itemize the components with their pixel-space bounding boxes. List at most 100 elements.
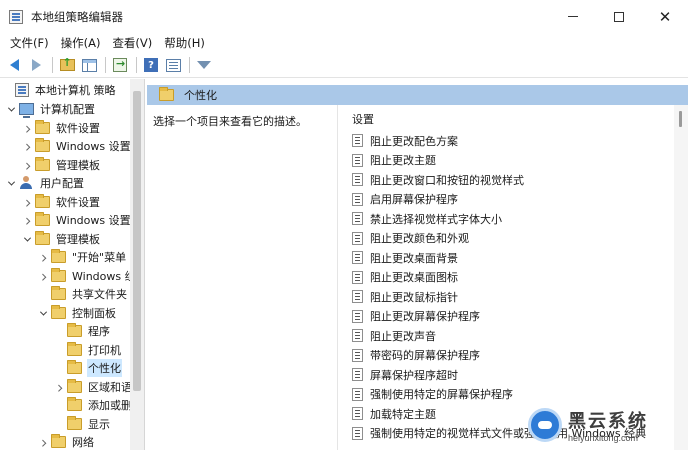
setting-item[interactable]: 阻止更改桌面背景: [352, 248, 672, 268]
tree-item-label: 网络: [72, 436, 94, 449]
folder-icon: [51, 249, 66, 263]
menu-view[interactable]: 查看(V): [106, 35, 158, 51]
tree-item-shared-folders[interactable]: 共享文件夹: [38, 285, 128, 303]
chevron-right-icon[interactable]: [38, 271, 48, 281]
up-one-level-button[interactable]: [57, 55, 77, 75]
settings-column-header[interactable]: 设置: [352, 111, 374, 127]
computer-icon: [19, 103, 34, 118]
chevron-down-icon[interactable]: [6, 178, 16, 188]
setting-item[interactable]: 阻止更改配色方案: [352, 131, 672, 151]
tree-item-programs[interactable]: 程序: [54, 322, 111, 340]
chevron-right-icon[interactable]: [22, 197, 32, 207]
chevron-right-icon[interactable]: [22, 123, 32, 133]
settings-list-panel: 设置 阻止更改配色方案 阻止更改主题 阻止更改窗口和按钮的视觉样式 启用屏幕保护…: [337, 105, 688, 450]
export-list-button[interactable]: [110, 55, 130, 75]
forward-button[interactable]: [26, 55, 46, 75]
setting-label: 带密码的屏幕保护程序: [370, 349, 480, 363]
policy-setting-icon: [352, 348, 363, 362]
group-policy-app-icon: [9, 9, 23, 24]
setting-label: 阻止更改主题: [370, 154, 436, 168]
tree-item-admin-templates[interactable]: 管理模板: [22, 230, 101, 248]
tree-item-windows-settings[interactable]: Windows 设置: [22, 137, 132, 155]
menu-help[interactable]: 帮助(H): [158, 35, 211, 51]
folder-icon: [67, 379, 82, 393]
tree-item-label: 用户配置: [40, 177, 84, 190]
policy-setting-icon: [352, 426, 363, 440]
tree-item-personalization[interactable]: 个性化: [54, 359, 122, 377]
policy-setting-icon: [352, 368, 363, 382]
chevron-right-icon[interactable]: [22, 160, 32, 170]
setting-item[interactable]: 带密码的屏幕保护程序: [352, 346, 672, 366]
title-bar: 本地组策略编辑器 ✕: [0, 0, 688, 33]
tree-item-label: 管理模板: [56, 159, 100, 172]
menu-file[interactable]: 文件(F): [4, 35, 55, 51]
tree-item-software-settings[interactable]: 软件设置: [22, 193, 101, 211]
minimize-button[interactable]: [550, 0, 596, 33]
properties-button[interactable]: [163, 55, 183, 75]
cloud-logo-icon: [528, 408, 562, 442]
setting-item[interactable]: 阻止更改屏幕保护程序: [352, 307, 672, 327]
site-watermark: 黑云系统 heiyunxitong.com: [528, 400, 688, 450]
tree-item-windows-components[interactable]: Windows 组件: [38, 267, 144, 285]
setting-label: 阻止更改窗口和按钮的视觉样式: [370, 173, 524, 187]
tree-item-control-panel[interactable]: 控制面板: [38, 304, 117, 322]
window-title: 本地组策略编辑器: [31, 9, 123, 24]
setting-label: 加载特定主题: [370, 407, 436, 421]
help-button[interactable]: ?: [141, 55, 161, 75]
tree-item-label: 程序: [88, 325, 110, 338]
tree-item-network[interactable]: 网络: [38, 433, 95, 450]
tree-item-admin-templates[interactable]: 管理模板: [22, 156, 101, 174]
tree-item-label: 计算机配置: [40, 103, 95, 116]
folder-icon: [67, 342, 82, 356]
chevron-down-icon[interactable]: [22, 234, 32, 244]
setting-item[interactable]: 启用屏幕保护程序: [352, 190, 672, 210]
settings-scrollbar[interactable]: [674, 105, 688, 450]
chevron-right-icon[interactable]: [38, 437, 48, 447]
window-controls: ✕: [550, 0, 688, 33]
tree-item-user-config[interactable]: 用户配置: [6, 174, 85, 192]
policy-setting-icon: [352, 153, 363, 167]
setting-label: 阻止更改配色方案: [370, 134, 458, 148]
setting-item[interactable]: 阻止更改主题: [352, 151, 672, 171]
chevron-right-icon[interactable]: [22, 215, 32, 225]
tree-item-start-menu[interactable]: "开始"菜单: [38, 248, 127, 266]
toolbar: ?: [0, 53, 688, 78]
setting-item[interactable]: 阻止更改窗口和按钮的视觉样式: [352, 170, 672, 190]
setting-item[interactable]: 阻止更改桌面图标: [352, 268, 672, 288]
setting-item[interactable]: 禁止选择视觉样式字体大小: [352, 209, 672, 229]
folder-icon: [51, 286, 66, 300]
chevron-down-icon[interactable]: [6, 104, 16, 114]
chevron-right-icon[interactable]: [38, 252, 48, 262]
tree-item-computer-config[interactable]: 计算机配置: [6, 100, 96, 118]
show-hide-tree-button[interactable]: [79, 55, 99, 75]
filter-icon: [197, 61, 211, 69]
filter-button[interactable]: [194, 55, 214, 75]
tree-scrollbar-thumb[interactable]: [133, 91, 141, 391]
watermark-url: heiyunxitong.com: [568, 433, 639, 443]
menu-action[interactable]: 操作(A): [55, 35, 107, 51]
setting-item[interactable]: 屏幕保护程序超时: [352, 365, 672, 385]
setting-label: 启用屏幕保护程序: [370, 193, 458, 207]
setting-item[interactable]: 阻止更改鼠标指针: [352, 287, 672, 307]
chevron-down-icon[interactable]: [38, 308, 48, 318]
tree-item-display[interactable]: 显示: [54, 415, 111, 433]
back-button[interactable]: [4, 55, 24, 75]
policy-root-icon: [15, 83, 29, 97]
maximize-button[interactable]: [596, 0, 642, 33]
setting-label: 阻止更改声音: [370, 329, 436, 343]
folder-icon: [35, 212, 50, 226]
tree-item-windows-settings[interactable]: Windows 设置: [22, 211, 132, 229]
setting-label: 阻止更改颜色和外观: [370, 232, 469, 246]
tree-item-printers[interactable]: 打印机: [54, 341, 122, 359]
chevron-right-icon[interactable]: [22, 141, 32, 151]
tree-item-label: 打印机: [88, 344, 121, 357]
tree-scrollbar[interactable]: [130, 79, 144, 450]
settings-scrollbar-thumb[interactable]: [679, 111, 682, 127]
setting-item[interactable]: 阻止更改声音: [352, 326, 672, 346]
tree-item-local-policy[interactable]: 本地计算机 策略: [2, 81, 117, 99]
setting-label: 阻止更改屏幕保护程序: [370, 310, 480, 324]
tree-item-software-settings[interactable]: 软件设置: [22, 119, 101, 137]
chevron-right-icon[interactable]: [54, 382, 64, 392]
close-button[interactable]: ✕: [642, 0, 688, 33]
setting-item[interactable]: 阻止更改颜色和外观: [352, 229, 672, 249]
